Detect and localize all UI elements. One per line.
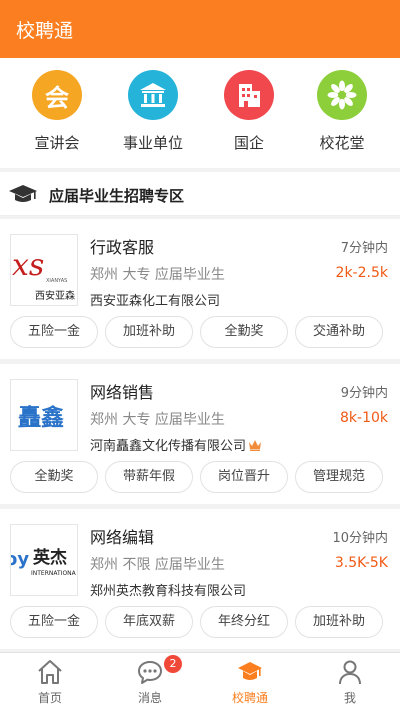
graduation-cap-icon xyxy=(9,185,37,202)
app-title: 校聘通 xyxy=(16,20,74,42)
category-row: 会 宣讲会 事业单位 国企 校花堂 xyxy=(0,58,400,168)
category-label: 国企 xyxy=(233,134,264,152)
benefit-tag: 带薪年假 xyxy=(105,461,193,493)
job-card[interactable]: oy 英杰 INTERNATIONA 网络编辑 10分钟内 郑州 不限 应届毕业… xyxy=(0,509,400,649)
svg-text:英杰: 英杰 xyxy=(33,547,67,568)
company-logo: oy 英杰 INTERNATIONA xyxy=(10,524,78,596)
job-card[interactable]: 矗鑫 网络销售 9分钟内 郑州 大专 应届毕业生 8k-10k 河南矗鑫文化传播… xyxy=(0,364,400,504)
company-name-row: 河南矗鑫文化传播有限公司 xyxy=(90,435,262,454)
job-title[interactable]: 行政客服 xyxy=(90,234,154,258)
tab-home[interactable]: 首页 xyxy=(0,653,100,711)
tab-messages[interactable]: 2 消息 xyxy=(100,653,200,711)
message-icon xyxy=(138,661,162,684)
tab-label: 我 xyxy=(343,691,356,705)
benefit-tag: 五险一金 xyxy=(10,316,98,348)
section-title: 应届毕业生招聘专区 xyxy=(49,187,185,205)
job-meta: 郑州 不限 应届毕业生 xyxy=(90,557,225,573)
tab-me[interactable]: 我 xyxy=(300,653,400,711)
top-bar: 校聘通 xyxy=(0,0,400,58)
company-logo: xs XIANYAS 西安亚森 xyxy=(10,234,78,306)
job-meta: 郑州 大专 应届毕业生 xyxy=(90,267,225,283)
benefit-tag: 全勤奖 xyxy=(10,461,98,493)
tab-xiaopintong[interactable]: 校聘通 xyxy=(200,653,300,711)
benefit-tag: 管理规范 xyxy=(295,461,383,493)
benefit-tag: 年底双薪 xyxy=(105,606,193,638)
salary: 3.5K-5K xyxy=(334,555,388,571)
salary: 2k-2.5k xyxy=(335,265,388,281)
category-shiyedanwei[interactable]: 事业单位 xyxy=(113,70,193,153)
unread-badge: 2 xyxy=(164,655,182,673)
category-xiaohuatang[interactable]: 校花堂 xyxy=(302,70,382,153)
category-label: 宣讲会 xyxy=(34,134,80,152)
benefit-tag: 交通补助 xyxy=(295,316,383,348)
benefit-tag: 年终分红 xyxy=(200,606,288,638)
category-xuanjianghui[interactable]: 会 宣讲会 xyxy=(17,70,97,153)
company-name: 西安亚森化工有限公司 xyxy=(90,294,221,309)
benefit-tag: 五险一金 xyxy=(10,606,98,638)
company-logo: 矗鑫 xyxy=(10,379,78,451)
job-meta: 郑州 大专 应届毕业生 xyxy=(90,412,225,428)
job-title[interactable]: 网络销售 xyxy=(90,379,154,403)
hui-char-icon: 会 xyxy=(32,70,82,120)
section-header: 应届毕业生招聘专区 xyxy=(0,172,400,216)
svg-text:XIANYAS: XIANYAS xyxy=(46,278,67,284)
job-title[interactable]: 网络编辑 xyxy=(90,524,154,548)
user-icon xyxy=(339,660,361,685)
category-label: 校花堂 xyxy=(319,134,365,152)
svg-text:矗鑫: 矗鑫 xyxy=(18,404,64,431)
tab-label: 消息 xyxy=(137,691,162,705)
category-guoqi[interactable]: 国企 xyxy=(209,70,289,153)
tab-label: 首页 xyxy=(37,691,62,705)
benefit-tag: 全勤奖 xyxy=(200,316,288,348)
post-time: 10分钟内 xyxy=(332,531,388,546)
svg-text:xs: xs xyxy=(12,248,44,283)
job-card[interactable]: xs XIANYAS 西安亚森 行政客服 7分钟内 郑州 大专 应届毕业生 2k… xyxy=(0,219,400,359)
benefit-tag: 加班补助 xyxy=(295,606,383,638)
institution-icon xyxy=(128,70,178,120)
building-icon xyxy=(224,70,274,120)
flower-icon xyxy=(317,70,367,120)
crown-icon xyxy=(249,440,262,451)
tab-label: 校聘通 xyxy=(231,691,268,705)
graduation-cap-icon xyxy=(238,662,262,680)
home-icon xyxy=(38,660,62,684)
benefit-tag: 加班补助 xyxy=(105,316,193,348)
company-name: 郑州英杰教育科技有限公司 xyxy=(90,584,247,599)
post-time: 9分钟内 xyxy=(340,386,388,401)
bottom-tab-bar: 首页 2 消息 校聘通 我 xyxy=(0,652,400,711)
svg-text:oy: oy xyxy=(11,549,29,570)
benefit-tag: 岗位晋升 xyxy=(200,461,288,493)
svg-text:西安亚森: 西安亚森 xyxy=(35,289,75,302)
category-label: 事业单位 xyxy=(122,134,183,152)
post-time: 7分钟内 xyxy=(340,241,388,256)
salary: 8k-10k xyxy=(340,410,388,426)
svg-text:INTERNATIONA: INTERNATIONA xyxy=(31,570,77,577)
company-name: 河南矗鑫文化传播有限公司 xyxy=(90,439,247,454)
